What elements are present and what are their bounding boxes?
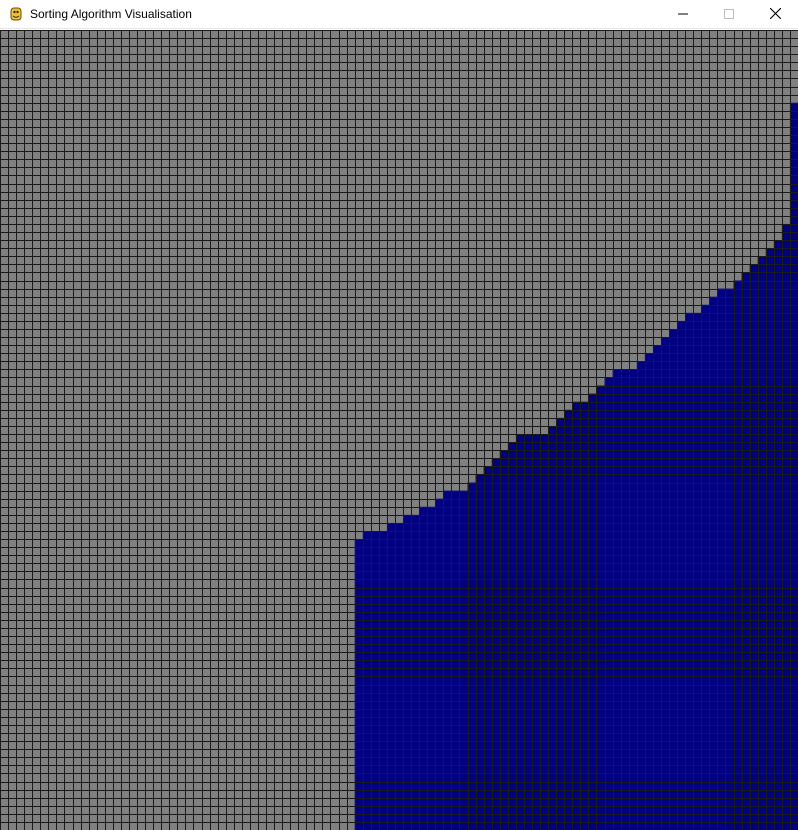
sorted-column bbox=[523, 434, 533, 830]
close-icon bbox=[769, 6, 781, 24]
sorted-column bbox=[556, 417, 565, 830]
sorted-column bbox=[564, 409, 573, 830]
sorting-visualisation-canvas bbox=[0, 30, 798, 830]
window-controls bbox=[660, 0, 798, 29]
minimize-icon bbox=[678, 6, 688, 24]
app-window: Sorting Algorithm Visualisation bbox=[0, 0, 798, 830]
close-button[interactable] bbox=[752, 0, 798, 29]
maximize-button[interactable] bbox=[706, 0, 752, 29]
sorted-column bbox=[644, 353, 654, 830]
sorted-column bbox=[701, 304, 710, 830]
sorted-column bbox=[636, 361, 646, 830]
sorted-column bbox=[370, 531, 380, 830]
sorted-column bbox=[596, 385, 605, 830]
sorted-column bbox=[588, 393, 597, 830]
pygame-snake-icon bbox=[8, 6, 24, 22]
sorted-column bbox=[515, 434, 525, 830]
sorted-column bbox=[378, 531, 388, 830]
sorted-column bbox=[532, 434, 541, 830]
sorted-column bbox=[781, 223, 791, 830]
maximize-icon bbox=[724, 6, 734, 24]
sorted-column bbox=[660, 337, 670, 830]
window-title: Sorting Algorithm Visualisation bbox=[30, 7, 192, 21]
sorted-column bbox=[677, 320, 686, 830]
title-bar[interactable]: Sorting Algorithm Visualisation bbox=[0, 0, 798, 29]
sorted-column bbox=[435, 498, 444, 830]
sorted-column bbox=[548, 425, 557, 830]
visualisation-grid bbox=[0, 30, 798, 830]
sorted-column bbox=[540, 434, 549, 830]
minimize-button[interactable] bbox=[660, 0, 706, 29]
